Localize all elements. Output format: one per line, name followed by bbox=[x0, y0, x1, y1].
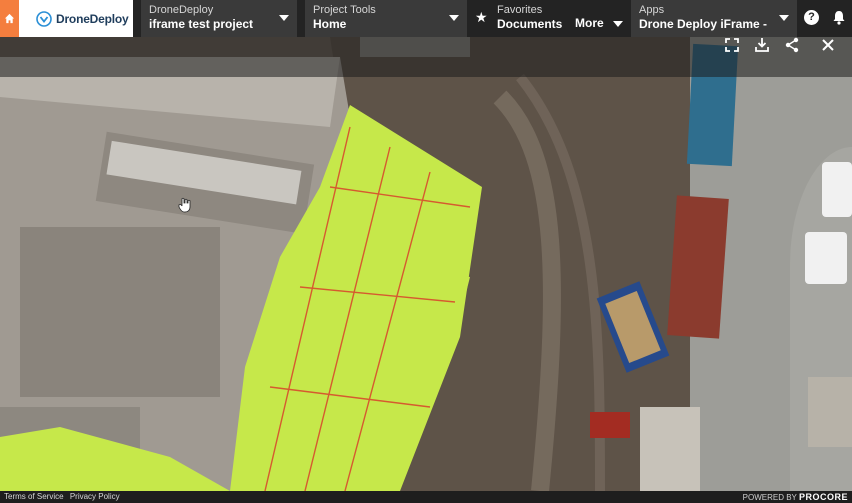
favorites-label: Favorites bbox=[497, 4, 543, 16]
download-icon[interactable] bbox=[754, 37, 770, 53]
apps-value: Drone Deploy iFrame - Ev... bbox=[639, 17, 771, 31]
aerial-map-image bbox=[0, 37, 852, 491]
dronedeploy-logo-icon bbox=[36, 10, 52, 27]
project-tools-label: Project Tools bbox=[313, 4, 376, 16]
fullscreen-icon[interactable] bbox=[724, 37, 740, 53]
project-selector-dropdown[interactable]: DroneDeploy iframe test project bbox=[141, 0, 297, 37]
close-icon[interactable] bbox=[820, 37, 836, 53]
favorites-documents-link[interactable]: Documents bbox=[497, 16, 562, 33]
top-nav-bar: DroneDeploy DroneDeploy iframe test proj… bbox=[0, 0, 852, 37]
project-selector-label: DroneDeploy bbox=[149, 4, 214, 16]
chevron-down-icon bbox=[779, 15, 789, 21]
project-tools-value: Home bbox=[313, 17, 347, 31]
chevron-down-icon bbox=[279, 15, 289, 21]
star-icon: ★ bbox=[475, 9, 488, 25]
apps-dropdown[interactable]: Apps Drone Deploy iFrame - Ev... bbox=[631, 0, 797, 37]
procore-logo-text: PROCORE bbox=[798, 492, 848, 502]
powered-by-procore: POWERED BY PROCORE bbox=[743, 491, 848, 503]
share-icon[interactable] bbox=[784, 37, 800, 53]
brand-name: DroneDeploy bbox=[56, 11, 129, 26]
terms-of-service-link[interactable]: Terms of Service bbox=[4, 492, 64, 501]
brand-logo[interactable]: DroneDeploy bbox=[19, 0, 133, 37]
project-selector-value: iframe test project bbox=[149, 17, 254, 31]
home-icon bbox=[4, 13, 15, 24]
chevron-down-icon bbox=[449, 15, 459, 21]
apps-label: Apps bbox=[639, 4, 665, 16]
bell-icon[interactable] bbox=[832, 10, 846, 25]
footer-bar: Terms of Service Privacy Policy POWERED … bbox=[0, 491, 852, 503]
map-toolbar bbox=[0, 37, 852, 77]
hand-pointer-icon bbox=[178, 197, 191, 213]
chevron-down-icon bbox=[613, 21, 623, 27]
favorites-more-button[interactable]: More bbox=[575, 16, 604, 30]
home-button[interactable] bbox=[0, 0, 19, 37]
help-icon[interactable]: ? bbox=[804, 10, 819, 25]
favorites-menu[interactable]: ★ Favorites Documents More bbox=[467, 0, 631, 37]
project-tools-dropdown[interactable]: Project Tools Home bbox=[305, 0, 467, 37]
powered-by-label: POWERED BY bbox=[742, 493, 797, 502]
drone-map-viewport[interactable] bbox=[0, 37, 852, 491]
privacy-policy-link[interactable]: Privacy Policy bbox=[70, 492, 120, 501]
